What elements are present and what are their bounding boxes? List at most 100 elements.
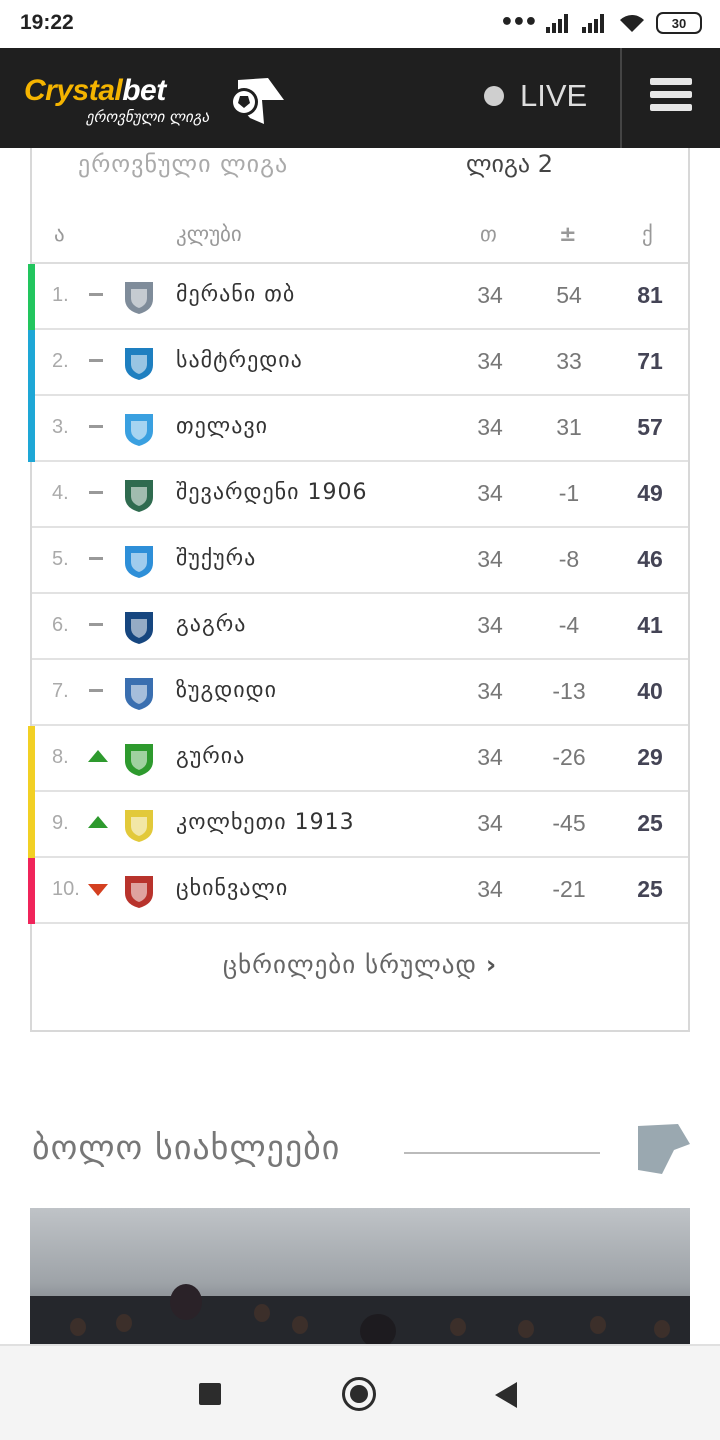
zugdidi-crest-icon [125, 678, 153, 710]
club-name[interactable]: გურია [176, 744, 245, 769]
news-league-logo-icon [638, 1124, 690, 1174]
played-value: 34 [477, 480, 503, 506]
home-circle-icon[interactable] [342, 1377, 376, 1411]
merani-crest-icon [125, 282, 153, 314]
club-name[interactable]: კოლხეთი 1913 [176, 810, 355, 835]
crystalbet-logo[interactable]: Crystalbet ეროვნული ლიგა [24, 74, 209, 126]
goal-difference-value: -21 [552, 876, 586, 902]
brand-name: Crystalbet [24, 74, 166, 107]
table-row[interactable]: 8. გურია 34 -26 29 [28, 726, 688, 792]
row-position: 2. [52, 350, 69, 372]
standings-card: ეროვნული ლიგა ლიგა 2 ა კლუბი თ ± ქ 1. მერ… [28, 148, 690, 1032]
row-position: 5. [52, 548, 69, 570]
signal-icon [546, 14, 568, 33]
club-name[interactable]: ცხინვალი [176, 876, 288, 901]
played-value: 34 [477, 612, 503, 638]
played-value: 34 [477, 348, 503, 374]
row-position: 6. [52, 614, 69, 636]
recents-square-icon[interactable] [199, 1383, 221, 1405]
row-position: 4. [52, 482, 69, 504]
points-value: 81 [637, 282, 663, 308]
table-row[interactable]: 3. თელავი 34 31 57 [28, 396, 688, 462]
played-value: 34 [477, 546, 503, 572]
news-image[interactable] [30, 1208, 690, 1344]
table-row[interactable]: 4. შევარდენი 1906 34 -1 49 [32, 462, 688, 528]
table-row[interactable]: 5. შუქურა 34 -8 46 [32, 528, 688, 594]
row-position: 7. [52, 680, 69, 702]
zone-indicator [28, 462, 35, 528]
points-value: 25 [637, 876, 663, 902]
system-nav-bar [0, 1344, 720, 1440]
zone-indicator [28, 330, 35, 396]
points-value: 25 [637, 810, 663, 836]
club-name[interactable]: ზუგდიდი [176, 678, 277, 703]
table-row[interactable]: 7. ზუგდიდი 34 -13 40 [32, 660, 688, 726]
live-button[interactable]: LIVE [484, 78, 587, 114]
club-name[interactable]: შუქურა [176, 546, 256, 571]
header-divider [620, 48, 622, 148]
zone-indicator [28, 726, 35, 792]
table-row[interactable]: 9. კოლხეთი 1913 34 -45 25 [28, 792, 688, 858]
trend-down-icon [88, 880, 108, 898]
played-value: 34 [477, 414, 503, 440]
tab-national-league[interactable]: ეროვნული ლიგა [78, 150, 288, 178]
zone-indicator [28, 264, 35, 330]
trend-same-icon [88, 616, 106, 634]
club-name[interactable]: მერანი თბ [176, 282, 295, 307]
points-value: 29 [637, 744, 663, 770]
hamburger-menu-icon[interactable] [650, 78, 692, 118]
kolkheti-crest-icon [125, 810, 153, 842]
trend-same-icon [88, 682, 106, 700]
table-row[interactable]: 6. გაგრა 34 -4 41 [32, 594, 688, 660]
goal-difference-value: -26 [552, 744, 586, 770]
played-value: 34 [477, 810, 503, 836]
table-row[interactable]: 1. მერანი თბ 34 54 81 [28, 264, 688, 330]
zone-indicator [28, 660, 35, 726]
zone-indicator [28, 792, 35, 858]
points-value: 57 [637, 414, 663, 440]
goal-difference-value: 54 [556, 282, 582, 308]
status-time: 19:22 [20, 11, 74, 34]
live-dot-icon [484, 86, 504, 106]
brand-subtitle: ეროვნული ლიგა [86, 108, 210, 126]
club-name[interactable]: გაგრა [176, 612, 246, 637]
shevardeni-crest-icon [125, 480, 153, 512]
club-name[interactable]: შევარდენი 1906 [176, 480, 368, 505]
tskhinvali-crest-icon [125, 876, 153, 908]
tab-league-2[interactable]: ლიგა 2 [466, 150, 553, 178]
full-tables-link[interactable]: ცხრილები სრულად › [32, 950, 688, 979]
telavi-crest-icon [125, 414, 153, 446]
signal-icon-2 [582, 14, 604, 33]
trend-up-icon [88, 814, 108, 832]
gagra-crest-icon [125, 612, 153, 644]
zone-indicator [28, 396, 35, 462]
trend-same-icon [88, 418, 106, 436]
col-played: თ [480, 222, 497, 246]
status-bar: 19:22 ••• 30 [0, 0, 720, 48]
back-triangle-icon[interactable] [495, 1382, 517, 1408]
col-points: ქ [642, 222, 653, 246]
table-header: ა კლუბი თ ± ქ [32, 216, 688, 264]
points-value: 46 [637, 546, 663, 572]
played-value: 34 [477, 744, 503, 770]
club-name[interactable]: სამტრედია [176, 348, 303, 373]
chevron-right-icon: › [485, 950, 498, 979]
col-goal-difference: ± [559, 222, 577, 246]
goal-difference-value: 33 [556, 348, 582, 374]
guria-crest-icon [125, 744, 153, 776]
news-section-title: ბოლო სიახლეები [32, 1128, 341, 1168]
trend-same-icon [88, 484, 106, 502]
trend-same-icon [88, 286, 106, 304]
status-icons: ••• 30 [500, 12, 702, 34]
played-value: 34 [477, 282, 503, 308]
table-row[interactable]: 10. ცხინვალი 34 -21 25 [28, 858, 688, 924]
club-name[interactable]: თელავი [176, 414, 268, 439]
app-header: Crystalbet ეროვნული ლიგა LIVE [0, 48, 720, 148]
col-club: კლუბი [176, 222, 242, 246]
zone-indicator [28, 528, 35, 594]
table-row[interactable]: 2. სამტრედია 34 33 71 [28, 330, 688, 396]
points-value: 71 [637, 348, 663, 374]
ball-logo-icon [230, 78, 284, 124]
trend-same-icon [88, 352, 106, 370]
shukura-crest-icon [125, 546, 153, 578]
